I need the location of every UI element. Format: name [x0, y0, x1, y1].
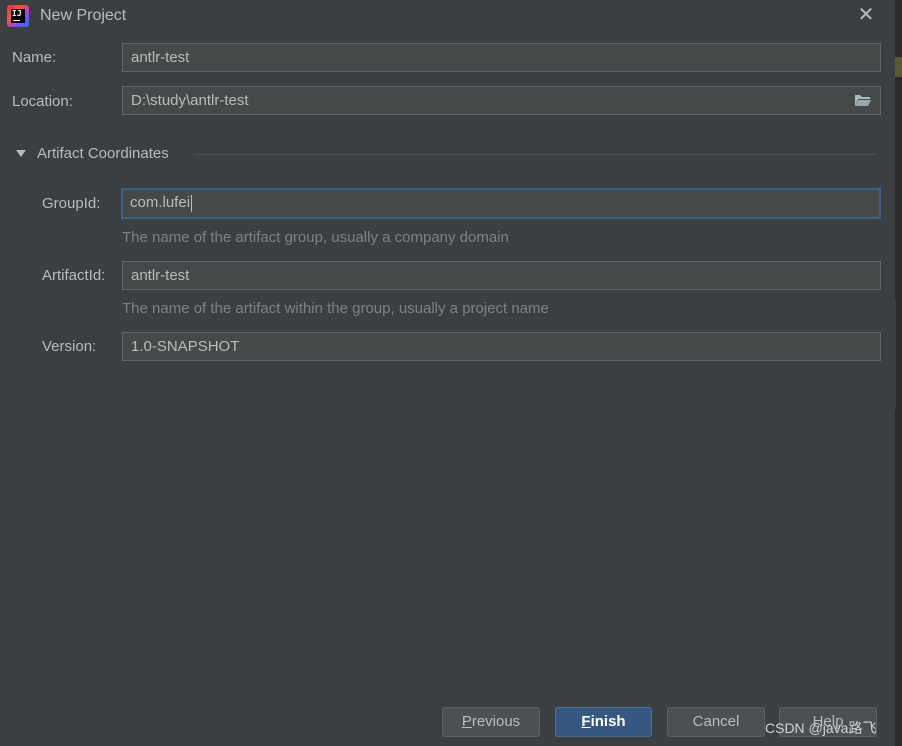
version-label: Version: — [42, 338, 97, 355]
name-label: Name: — [12, 49, 57, 66]
location-input[interactable]: D:\study\antlr-test — [122, 86, 881, 115]
artifactid-hint: The name of the artifact within the grou… — [122, 300, 549, 317]
version-input[interactable]: 1.0-SNAPSHOT — [122, 332, 881, 361]
section-divider — [194, 154, 876, 155]
text-caret — [191, 194, 193, 212]
location-value: D:\study\antlr-test — [131, 92, 249, 109]
artifactid-label: ArtifactId: — [42, 267, 106, 284]
artifact-section-title[interactable]: Artifact Coordinates — [37, 145, 169, 162]
groupid-value: com.lufei — [130, 194, 191, 211]
title-bar: IJ New Project ✕ — [0, 0, 895, 34]
intellij-logo-icon: IJ — [7, 5, 29, 27]
artifactid-input[interactable]: antlr-test — [122, 261, 881, 290]
groupid-input[interactable]: com.lufei — [121, 188, 881, 219]
groupid-label: GroupId: — [42, 195, 101, 212]
window-title: New Project — [40, 7, 127, 24]
background-editor-strip — [895, 0, 902, 746]
finish-button[interactable]: Finish — [555, 707, 652, 737]
close-icon[interactable]: ✕ — [856, 5, 876, 25]
watermark-text: CSDN @java路飞 — [765, 720, 877, 736]
location-label: Location: — [12, 93, 73, 110]
name-input[interactable]: antlr-test — [122, 43, 881, 72]
groupid-hint: The name of the artifact group, usually … — [122, 229, 509, 246]
collapse-triangle-icon[interactable] — [16, 150, 26, 157]
previous-button[interactable]: Previous — [442, 707, 540, 737]
cancel-button[interactable]: Cancel — [667, 707, 765, 737]
browse-folder-icon[interactable] — [854, 93, 872, 107]
